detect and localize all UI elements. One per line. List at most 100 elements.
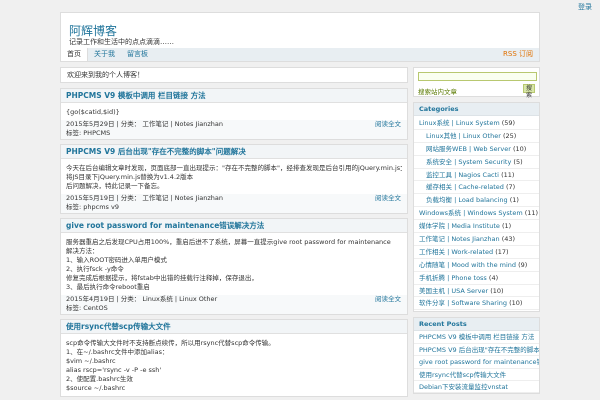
category-link[interactable]: 美国主机 | USA Server — [419, 287, 488, 295]
post-line: 2、使配置.bashrc生效 — [66, 375, 133, 383]
read-more-link[interactable]: 阅读全文 — [375, 295, 401, 304]
category-link[interactable]: Linux系统 | Linux System — [419, 119, 500, 127]
post-line: 后问题解决，特此记录一下备忘。 — [66, 182, 164, 190]
category-item: 系统安全 | System Security (5) — [414, 156, 539, 169]
post-line: 1、输入ROOT密码进入单用户模式 — [66, 256, 167, 264]
recent-posts-title: Recent Posts — [414, 318, 539, 332]
post-body: 服务器重启之后发现CPU占用100%，重启后进不了系统，屏幕一直提示give r… — [61, 233, 407, 295]
post-tags: 标签: CentOS — [66, 303, 108, 312]
post-date-category: 2015年5月29日 | 分类： 工作笔记 | Notes Jianzhan — [66, 120, 223, 128]
post-title[interactable]: PHPCMS V9 模板中调用 栏目链接 方法 — [66, 91, 206, 100]
post-line: 修复完成后根据提示，将fstab中出错的挂载行注释掉，保存退出， — [66, 274, 258, 282]
post-body: {go($catid,$id)} — [61, 103, 407, 120]
post-card: PHPCMS V9 模板中调用 栏目链接 方法 {go($catid,$id)}… — [60, 88, 408, 140]
category-item: Linux系统 | Linux System (59) — [414, 117, 539, 130]
search-widget: 搜索站内文章 搜索 — [413, 67, 540, 99]
category-link[interactable]: 监控工具 | Nagios Cacti — [426, 171, 499, 179]
category-link[interactable]: 工作相关 | Work-related — [419, 248, 493, 256]
login-link[interactable]: 登录 — [578, 2, 592, 12]
recent-posts-widget: Recent Posts PHPCMS V9 模板中调用 栏目链接 方法 PHPC… — [413, 317, 540, 395]
read-more-link[interactable]: 阅读全文 — [375, 194, 401, 203]
category-link[interactable]: 心情随笔 | Mood with the mind — [419, 261, 516, 269]
recent-post-link[interactable]: Debian下安装流量监控vnstat — [414, 381, 539, 394]
category-list: Linux系统 | Linux System (59) Linux其他 | Lin… — [414, 116, 539, 311]
post-line: 将JS目录下jQuery.min.js替换为v1.4.2版本 — [66, 173, 194, 181]
tab-home[interactable]: 首页 — [61, 48, 88, 61]
post-body: 今天在后台编辑文章时发现，页面底部一直出现提示："存在不完整的脚本"，经排查发现… — [61, 159, 407, 194]
category-count: (5) — [513, 157, 523, 166]
post-line: {go($catid,$id)} — [66, 108, 120, 116]
category-count: (11) — [524, 209, 539, 218]
post-card: PHPCMS V9 后台出现"存在不完整的脚本"问题解决 今天在后台编辑文章时发… — [60, 144, 408, 214]
tab-about[interactable]: 关于我 — [88, 48, 121, 61]
category-item: 媒体学院 | Media Institute (1) — [414, 220, 539, 234]
tab-guestbook[interactable]: 留言板 — [121, 48, 154, 61]
main-nav: 首页 关于我 留言板 RSS 订阅 — [60, 48, 540, 62]
category-count: (25) — [502, 131, 517, 140]
category-count: (11) — [501, 170, 515, 179]
category-item: 网站服务WEB | Web Server (10) — [414, 143, 539, 156]
categories-title: Categories — [414, 103, 539, 116]
post-body: scp命令传输大文件时不支持断点续传，所以用rsync代替scp命令传输。 1、… — [61, 334, 407, 396]
read-more-link[interactable]: 阅读全文 — [375, 120, 401, 129]
category-count: (9) — [518, 260, 528, 269]
post-line: 今天在后台编辑文章时发现，页面底部一直出现提示："存在不完整的脚本"，经排查发现… — [66, 164, 402, 172]
category-item: Windows系统 | Windows System (11) — [414, 207, 539, 221]
category-count: (17) — [495, 247, 509, 256]
category-count: (4) — [488, 273, 499, 282]
category-item: 缓存相关 | Cache-related (7) — [414, 181, 539, 195]
search-button[interactable]: 搜索 — [523, 84, 535, 99]
category-link[interactable]: 手机折腾 | Phone toss — [419, 274, 487, 282]
post-title[interactable]: give root password for maintenance错误解决方法 — [66, 221, 264, 230]
post-line: $source ~/.bashrc — [66, 384, 126, 392]
post-meta: 2015年5月29日 | 分类： 工作笔记 | Notes Jianzhan 标… — [61, 120, 407, 139]
category-count: (10) — [512, 144, 527, 153]
post-line: 3、最后执行命令reboot重启 — [66, 283, 150, 291]
rss-link[interactable]: RSS 订阅 — [503, 48, 533, 61]
category-count: (1) — [509, 196, 519, 205]
categories-widget: Categories Linux系统 | Linux System (59) Li… — [413, 102, 540, 313]
category-count: (10) — [509, 299, 523, 308]
recent-post-link[interactable]: give root password for maintenance错误解决方法 — [414, 356, 539, 369]
category-item: 工作相关 | Work-related (17) — [414, 246, 539, 259]
site-description: 记录工作和生活中的点点滴滴…… — [69, 38, 174, 46]
post-title[interactable]: PHPCMS V9 后台出现"存在不完整的脚本"问题解决 — [66, 147, 246, 156]
post-line: 1、在~/.bashrc文件中添加alias： — [66, 348, 169, 356]
category-link[interactable]: 工作笔记 | Notes Jianzhan — [419, 235, 500, 243]
search-input[interactable] — [418, 72, 537, 81]
category-item: 监控工具 | Nagios Cacti (11) — [414, 169, 539, 182]
category-link[interactable]: 软件分享 | Software Sharing — [419, 299, 507, 307]
recent-posts-list: PHPCMS V9 模板中调用 栏目链接 方法 PHPCMS V9 后台出现"存在… — [414, 331, 539, 394]
category-link[interactable]: 缓存相关 | Cache-related — [426, 183, 504, 191]
post-line: scp命令传输大文件时不支持断点续传，所以用rsync代替scp命令传输。 — [66, 339, 275, 347]
category-link[interactable]: 网站服务WEB | Web Server — [426, 145, 511, 153]
post-line: 服务器重启之后发现CPU占用100%，重启后进不了系统，屏幕一直提示give r… — [66, 238, 391, 246]
search-label: 搜索站内文章 — [418, 88, 457, 96]
recent-post-link[interactable]: 使用rsync代替scp传输大文件 — [414, 369, 539, 381]
category-count: (43) — [501, 235, 516, 244]
recent-post-link[interactable]: PHPCMS V9 后台出现"存在不完整的脚本"问题解决 — [414, 344, 539, 357]
category-link[interactable]: 媒体学院 | Media Institute — [419, 222, 500, 230]
post-card: give root password for maintenance错误解决方法… — [60, 218, 408, 315]
category-item: Linux其他 | Linux Other (25) — [414, 130, 539, 143]
main-content: 欢迎来到我的个人博客！ PHPCMS V9 模板中调用 栏目链接 方法 {go(… — [60, 67, 408, 400]
recent-post-link[interactable]: PHPCMS V9 模板中调用 栏目链接 方法 — [414, 331, 539, 344]
category-item: 手机折腾 | Phone toss (4) — [414, 272, 539, 285]
category-link[interactable]: 负载均衡 | Load balancing — [426, 196, 508, 204]
post-line: 2、执行fsck -y命令 — [66, 265, 124, 273]
post-meta: 2015年5月19日 | 分类： 工作笔记 | Notes Jianzhan 标… — [61, 194, 407, 213]
welcome-notice: 欢迎来到我的个人博客！ — [60, 67, 408, 83]
category-count: (7) — [505, 183, 516, 192]
category-item: 负载均衡 | Load balancing (1) — [414, 194, 539, 208]
category-link[interactable]: Windows系统 | Windows System — [419, 209, 523, 217]
post-title[interactable]: 使用rsync代替scp传输大文件 — [66, 322, 171, 331]
category-item: 软件分享 | Software Sharing (10) — [414, 297, 539, 311]
post-date-category: 2015年4月19日 | 分类： Linux系统 | Linux Other — [66, 295, 218, 303]
sidebar: 搜索站内文章 搜索 Categories Linux系统 | Linux Sys… — [413, 67, 540, 399]
category-item: 美国主机 | USA Server (10) — [414, 285, 539, 298]
category-count: (10) — [490, 286, 504, 295]
category-link[interactable]: 系统安全 | System Security — [426, 158, 511, 166]
category-link[interactable]: Linux其他 | Linux Other — [426, 132, 501, 140]
post-date-category: 2015年5月19日 | 分类： 工作笔记 | Notes Jianzhan — [66, 194, 223, 202]
post-line: $vim ~/.bashrc — [66, 357, 116, 365]
